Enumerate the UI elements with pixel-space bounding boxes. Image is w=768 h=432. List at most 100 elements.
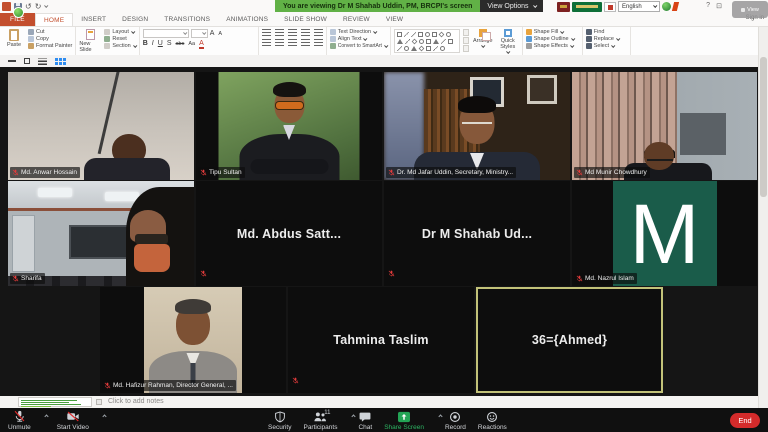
- qat-customize-chevron-icon[interactable]: [44, 4, 47, 10]
- shapes-gallery-scroll[interactable]: [463, 29, 469, 52]
- end-meeting-button[interactable]: End: [730, 413, 760, 428]
- ribbon-display-options-icon[interactable]: ⊡: [716, 2, 722, 10]
- copy-button[interactable]: Copy: [28, 36, 72, 42]
- tab-review[interactable]: REVIEW: [335, 13, 378, 26]
- align-text-button[interactable]: Align Text: [330, 36, 367, 42]
- tab-slide-show[interactable]: SLIDE SHOW: [276, 13, 335, 26]
- reactions-button[interactable]: Reactions: [478, 410, 507, 431]
- language-orb-icon[interactable]: [662, 2, 671, 11]
- new-slide-button[interactable]: New Slide: [79, 29, 101, 53]
- italic-button[interactable]: I: [152, 40, 154, 47]
- language-tool-icon[interactable]: [672, 2, 679, 11]
- redo-icon[interactable]: ↻: [35, 2, 42, 11]
- paste-button[interactable]: Paste: [3, 29, 25, 48]
- indent-decrease-icon[interactable]: [288, 29, 297, 36]
- quick-styles-button[interactable]: Quick Styles: [497, 29, 519, 54]
- ime-icon[interactable]: [557, 2, 570, 12]
- tab-view[interactable]: VIEW: [378, 13, 411, 26]
- chevron-up-icon[interactable]: [438, 414, 442, 418]
- slide-thumbnail[interactable]: [18, 397, 92, 407]
- chevron-up-icon[interactable]: [44, 414, 48, 418]
- video-tile-anwar-hossain[interactable]: Md. Anwar Hossain: [8, 72, 194, 180]
- shape-fill-button[interactable]: Shape Fill: [526, 29, 563, 35]
- justify-icon[interactable]: [301, 39, 310, 46]
- undo-icon[interactable]: ↺: [25, 2, 32, 11]
- video-tile-munir-chowdhury[interactable]: Md Munir Chowdhury: [572, 72, 757, 180]
- language-select[interactable]: English: [618, 1, 660, 12]
- help-icon[interactable]: ?: [706, 2, 710, 9]
- align-left-icon[interactable]: [262, 39, 271, 46]
- cut-button[interactable]: Cut: [28, 29, 72, 35]
- tab-animations[interactable]: ANIMATIONS: [218, 13, 276, 26]
- record-button[interactable]: Record: [445, 410, 466, 431]
- indent-increase-icon[interactable]: [301, 29, 310, 36]
- find-button[interactable]: Find: [586, 29, 605, 35]
- bullets-icon[interactable]: [262, 29, 271, 36]
- shape-outline-button[interactable]: Shape Outline: [526, 36, 574, 42]
- start-video-button[interactable]: Start Video: [57, 410, 97, 431]
- input-method-icon[interactable]: [604, 2, 616, 12]
- video-tile-tahmina-taslim[interactable]: Tahmina Taslim: [288, 287, 474, 393]
- gallery-view-icon[interactable]: [55, 58, 66, 65]
- arrange-button[interactable]: Arrange: [472, 29, 494, 48]
- tab-insert[interactable]: INSERT: [73, 13, 114, 26]
- font-name-select[interactable]: [143, 29, 189, 38]
- video-tile-sharifa[interactable]: Sharifa: [8, 181, 194, 286]
- zoom-video-grid: Md. Anwar Hossain Tipu Sultan Dr. Md Jaf…: [0, 67, 758, 396]
- strikethrough-button[interactable]: abc: [175, 41, 184, 47]
- replace-button[interactable]: Replace: [586, 36, 619, 42]
- participants-button[interactable]: 11 Participants: [303, 410, 346, 431]
- video-tile-hafizur-rahman[interactable]: Md. Hafizur Rahman, Director General, ..…: [100, 287, 286, 393]
- section-button[interactable]: Section: [104, 43, 135, 49]
- numbering-icon[interactable]: [275, 29, 284, 36]
- bangla-keyboard-icon[interactable]: [572, 2, 602, 12]
- convert-smartart-button[interactable]: Convert to SmartArt: [330, 43, 387, 49]
- line-spacing-icon[interactable]: [314, 29, 323, 36]
- video-feed: [572, 72, 757, 180]
- speaker-view-icon[interactable]: [24, 58, 30, 64]
- font-size-select[interactable]: [191, 29, 208, 38]
- scrollbar-thumb[interactable]: [760, 57, 767, 197]
- profile-photo: [219, 72, 360, 180]
- select-button[interactable]: Select: [586, 43, 614, 49]
- vertical-scrollbar[interactable]: [758, 27, 768, 408]
- format-painter-button[interactable]: Format Painter: [28, 43, 72, 49]
- align-center-icon[interactable]: [275, 39, 284, 46]
- shrink-font-button[interactable]: A: [218, 31, 222, 37]
- columns-icon[interactable]: [314, 39, 323, 46]
- strip-view-icon[interactable]: [38, 58, 47, 65]
- notes-pane-splitter[interactable]: [96, 399, 102, 405]
- minimize-view-icon[interactable]: [8, 60, 16, 62]
- text-shadow-button[interactable]: S: [167, 40, 172, 47]
- video-tile-jafar-uddin[interactable]: Dr. Md Jafar Uddin, Secretary, Ministry.…: [384, 72, 570, 180]
- layout-button[interactable]: Layout: [104, 29, 135, 35]
- shapes-gallery[interactable]: [394, 29, 460, 53]
- video-tile-tipu-sultan[interactable]: Tipu Sultan: [196, 72, 382, 180]
- tab-design[interactable]: DESIGN: [114, 13, 156, 26]
- security-button[interactable]: Security: [268, 410, 291, 431]
- video-tile-nazrul-islam[interactable]: M Md. Nazrul Islam: [572, 181, 757, 286]
- tab-transitions[interactable]: TRANSITIONS: [156, 13, 218, 26]
- unmute-button[interactable]: Unmute: [8, 410, 39, 431]
- underline-button[interactable]: U: [158, 40, 163, 47]
- bold-button[interactable]: B: [143, 40, 148, 47]
- text-direction-button[interactable]: Text Direction: [330, 29, 376, 35]
- video-tile-ahmed-active-speaker[interactable]: 36={Ahmed}: [476, 287, 663, 393]
- chat-button[interactable]: Chat: [358, 410, 372, 431]
- notes-placeholder[interactable]: Click to add notes: [108, 398, 164, 405]
- tab-home[interactable]: HOME: [35, 13, 73, 26]
- view-options-button[interactable]: View Options: [480, 0, 542, 12]
- video-tile-abdus-sattar[interactable]: Md. Abdus Satt...: [196, 181, 382, 286]
- chevron-up-icon[interactable]: [352, 414, 356, 418]
- grow-font-button[interactable]: A: [210, 30, 215, 37]
- font-color-button[interactable]: A: [199, 40, 204, 49]
- zoom-floating-overlay[interactable]: View: [732, 1, 768, 18]
- reset-button[interactable]: Reset: [104, 36, 135, 42]
- change-case-button[interactable]: Aa: [188, 41, 195, 47]
- zoom-view-controls: [0, 55, 758, 67]
- video-tile-shahab-uddin[interactable]: Dr M Shahab Ud...: [384, 181, 570, 286]
- align-right-icon[interactable]: [288, 39, 297, 46]
- chevron-up-icon[interactable]: [102, 414, 106, 418]
- share-screen-button[interactable]: Share Screen: [384, 410, 433, 431]
- shape-effects-button[interactable]: Shape Effects: [526, 43, 573, 49]
